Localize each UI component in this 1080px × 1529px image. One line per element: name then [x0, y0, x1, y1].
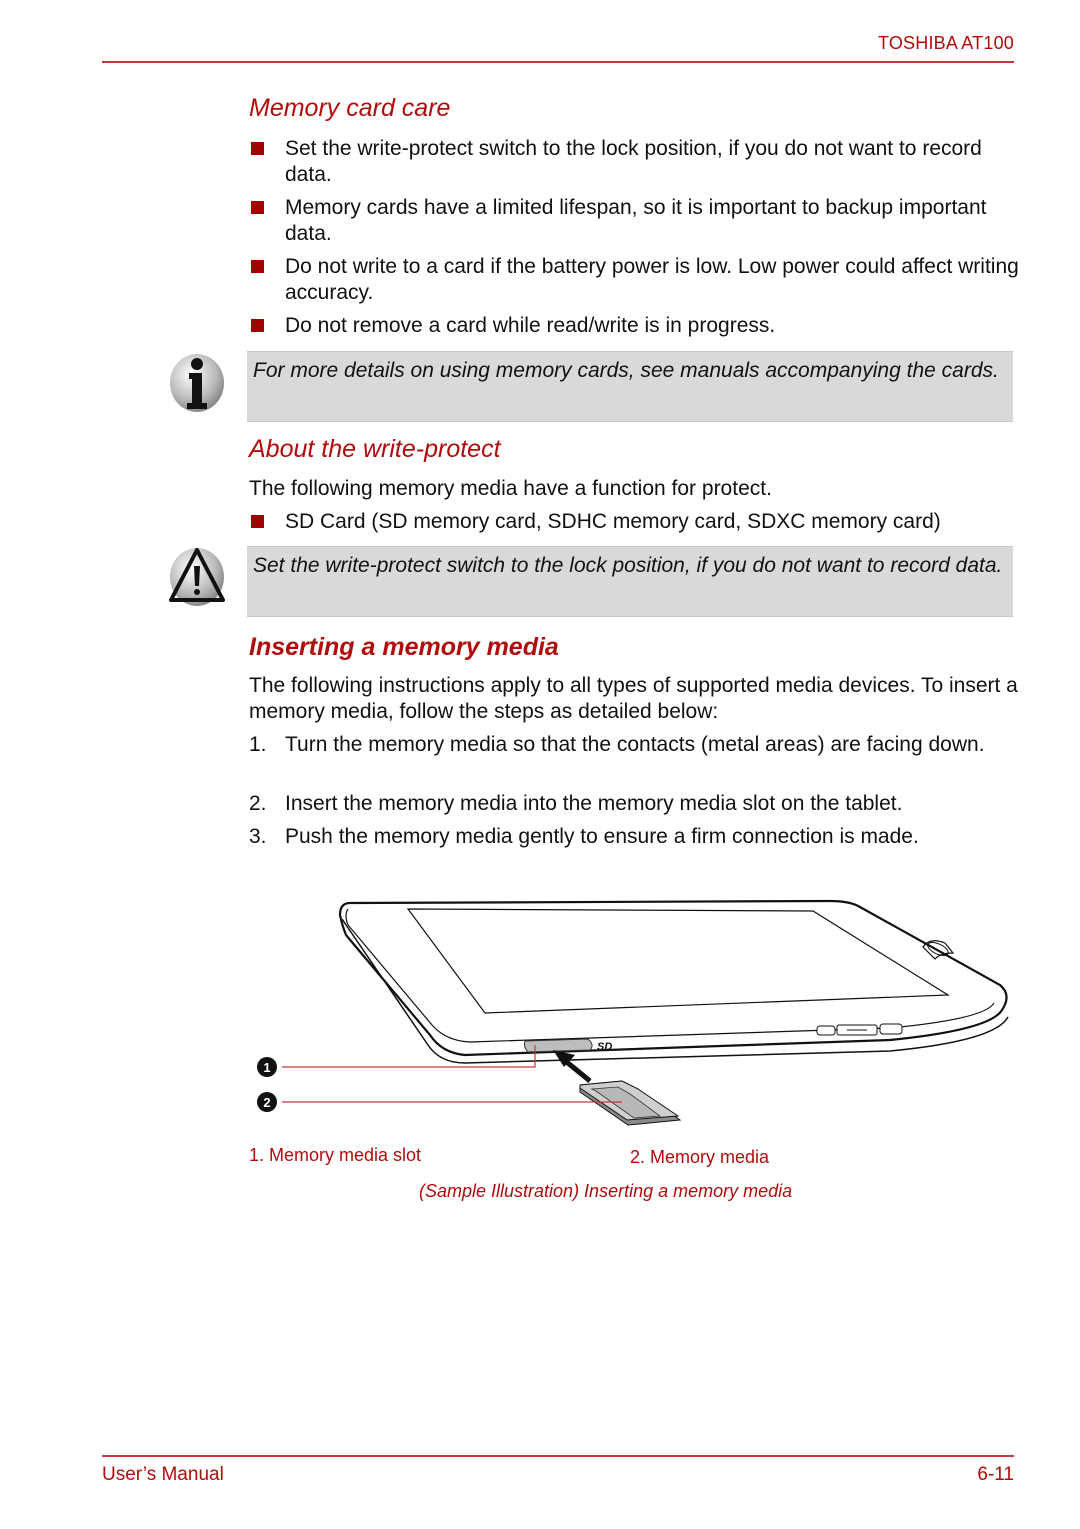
callout-marker-2: 2: [257, 1092, 277, 1112]
header-brand: TOSHIBA AT100: [877, 33, 1014, 53]
warning-icon: [169, 548, 225, 606]
figure-label-slot: 1. Memory media slot: [249, 1145, 422, 1165]
section-title-inserting: Inserting a memory media: [249, 633, 559, 661]
sd-logo: SD: [597, 1041, 612, 1053]
section-title-memory-card-care: Memory card care: [249, 94, 451, 122]
insert-arrow-icon: [553, 1050, 592, 1083]
tablet-illustration: SD 1 2: [257, 899, 1009, 1126]
step-item: 3. Push the memory media gently to ensur…: [249, 825, 919, 848]
svg-text:1: 1: [263, 1060, 270, 1075]
info-note: For more details on using memory cards, …: [247, 351, 1013, 422]
callout-marker-1: 1: [257, 1057, 277, 1077]
step-item: 1. Turn the memory media so that the con…: [249, 733, 985, 756]
tablet-body: [338, 899, 1009, 1064]
page-number: 6-11: [977, 1464, 1014, 1485]
footer-manual-title: User’s Manual: [102, 1464, 224, 1485]
list-item: SD Card (SD memory card, SDHC memory car…: [249, 509, 1019, 535]
list-item: Set the write-protect switch to the lock…: [249, 136, 1019, 188]
bullet-square-icon: [251, 515, 264, 528]
warning-note: Set the write-protect switch to the lock…: [247, 546, 1013, 617]
header-divider: [102, 61, 1014, 63]
list-item: Memory cards have a limited lifespan, so…: [249, 195, 1019, 247]
inserting-intro: The following instructions apply to all …: [249, 674, 1018, 723]
bullet-square-icon: [251, 319, 264, 332]
list-item: Do not write to a card if the battery po…: [249, 254, 1019, 306]
svg-text:2: 2: [263, 1095, 270, 1110]
bullet-square-icon: [251, 201, 264, 214]
memory-media-card: [579, 1080, 682, 1126]
info-icon: [170, 354, 224, 412]
list-item: Do not remove a card while read/write is…: [249, 313, 1019, 339]
figure-caption: (Sample Illustration) Inserting a memory…: [419, 1181, 793, 1201]
step-item: 2. Insert the memory media into the memo…: [249, 792, 903, 815]
footer-divider: [102, 1455, 1014, 1457]
bullet-square-icon: [251, 142, 264, 155]
write-protect-intro: The following memory media have a functi…: [249, 477, 772, 500]
side-buttons: [816, 1023, 903, 1036]
section-title-write-protect: About the write-protect: [249, 435, 501, 463]
figure-label-media: 2. Memory media: [630, 1147, 770, 1167]
bullet-square-icon: [251, 260, 264, 273]
